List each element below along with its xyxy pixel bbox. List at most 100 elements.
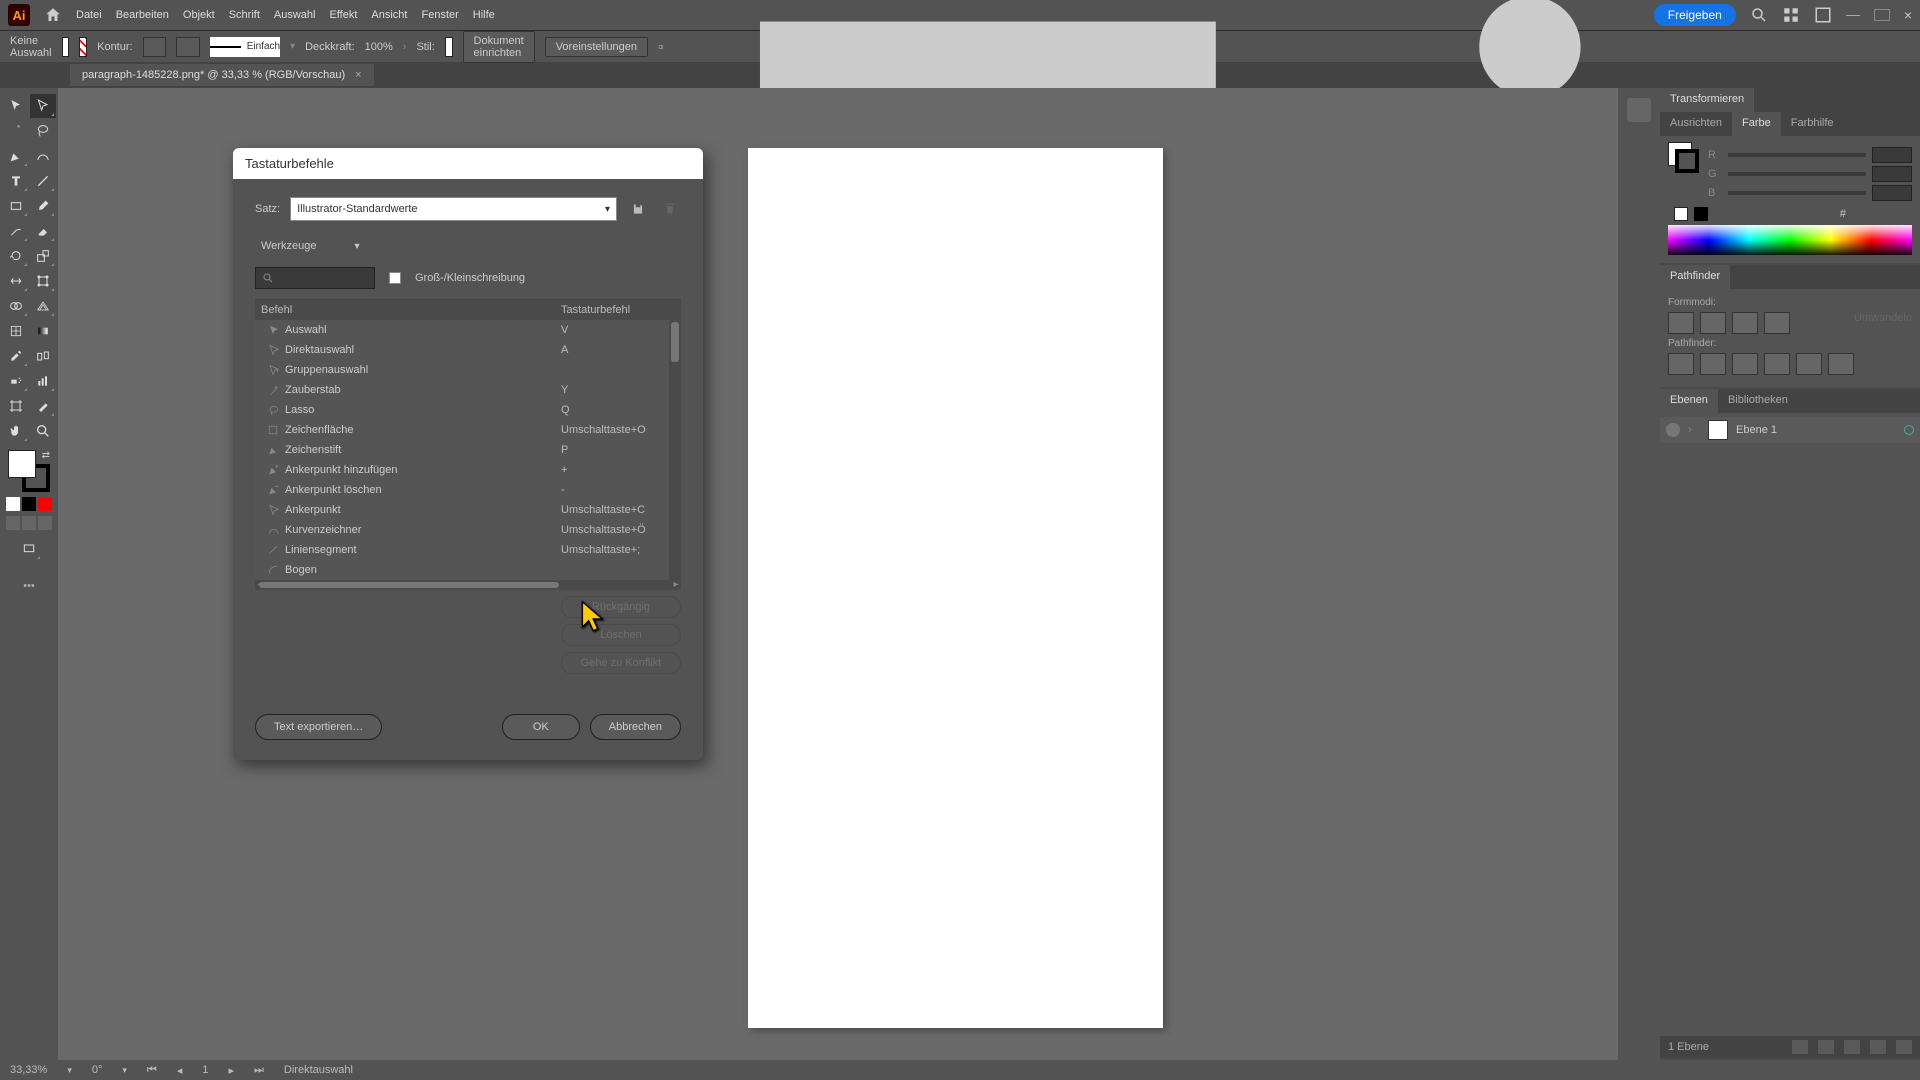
unite-button[interactable] bbox=[1668, 312, 1694, 334]
tab-color[interactable]: Farbe bbox=[1732, 112, 1781, 136]
intersect-button[interactable] bbox=[1732, 312, 1758, 334]
rectangle-tool[interactable] bbox=[3, 194, 29, 218]
menu-view[interactable]: Ansicht bbox=[371, 9, 407, 21]
set-dropdown[interactable]: Illustrator-Standardwerte ▾ bbox=[290, 197, 617, 221]
tab-color-guide[interactable]: Farbhilfe bbox=[1781, 112, 1844, 136]
table-row[interactable]: AuswahlV bbox=[255, 320, 681, 340]
minus-front-button[interactable] bbox=[1700, 312, 1726, 334]
document-setup-button[interactable]: Dokument einrichten bbox=[463, 31, 535, 63]
save-set-button[interactable] bbox=[627, 198, 649, 220]
b-slider[interactable] bbox=[1728, 191, 1866, 195]
menu-select[interactable]: Auswahl bbox=[274, 9, 316, 21]
menu-file[interactable]: Datei bbox=[76, 9, 102, 21]
rotate-tool[interactable] bbox=[3, 244, 29, 268]
stroke-weight-dropdown[interactable] bbox=[143, 37, 167, 57]
fill-stroke-control[interactable]: ⇄ bbox=[8, 450, 50, 492]
merge-button[interactable] bbox=[1732, 353, 1758, 375]
screen-mode-tool[interactable] bbox=[16, 537, 42, 561]
scale-tool[interactable] bbox=[30, 244, 56, 268]
column-graph-tool[interactable] bbox=[30, 369, 56, 393]
paintbrush-tool[interactable] bbox=[30, 194, 56, 218]
hand-tool[interactable] bbox=[3, 419, 29, 443]
r-slider[interactable] bbox=[1728, 153, 1866, 157]
tab-transform[interactable]: Transformieren bbox=[1660, 88, 1754, 112]
canvas-area[interactable]: Tastaturbefehle Satz: Illustrator-Standa… bbox=[58, 88, 1618, 1060]
divide-button[interactable] bbox=[1668, 353, 1694, 375]
table-row[interactable]: ZeichenstiftP bbox=[255, 440, 681, 460]
menu-type[interactable]: Schrift bbox=[229, 9, 260, 21]
minus-back-button[interactable] bbox=[1828, 353, 1854, 375]
stroke-swatch[interactable] bbox=[79, 37, 87, 57]
table-row[interactable]: ZeichenflächeUmschalttaste+O bbox=[255, 420, 681, 440]
scroll-right-icon[interactable]: ▸ bbox=[671, 580, 681, 590]
trim-button[interactable] bbox=[1700, 353, 1726, 375]
layer-row[interactable]: › Ebene 1 bbox=[1660, 417, 1920, 443]
type-tool[interactable] bbox=[3, 169, 29, 193]
table-row[interactable]: DirektauswahlA bbox=[255, 340, 681, 360]
color-spectrum[interactable] bbox=[1668, 225, 1912, 255]
b-value[interactable] bbox=[1872, 185, 1912, 201]
artboard-nav-next[interactable]: ▸ bbox=[228, 1064, 234, 1077]
artboard-nav-first[interactable]: ⏮ bbox=[147, 1064, 157, 1077]
curvature-tool[interactable] bbox=[30, 144, 56, 168]
make-clipping-mask-button[interactable] bbox=[1818, 1040, 1834, 1054]
eyedropper-tool[interactable] bbox=[3, 344, 29, 368]
screen-mode-buttons[interactable] bbox=[6, 516, 52, 530]
g-slider[interactable] bbox=[1728, 172, 1866, 176]
free-transform-tool[interactable] bbox=[30, 269, 56, 293]
lasso-tool[interactable] bbox=[30, 119, 56, 143]
opacity-value[interactable]: 100% bbox=[365, 41, 393, 53]
none-swatch[interactable] bbox=[1674, 207, 1688, 221]
tab-libraries[interactable]: Bibliotheken bbox=[1718, 389, 1798, 413]
menu-help[interactable]: Hilfe bbox=[473, 9, 495, 21]
delete-layer-button[interactable] bbox=[1896, 1040, 1912, 1054]
table-row[interactable]: LiniensegmentUmschalttaste+; bbox=[255, 540, 681, 560]
align-to-icon[interactable] bbox=[658, 39, 664, 55]
direct-selection-tool[interactable] bbox=[30, 94, 56, 118]
table-row[interactable]: Bogen bbox=[255, 560, 681, 580]
exclude-button[interactable] bbox=[1764, 312, 1790, 334]
create-sublayer-button[interactable] bbox=[1844, 1040, 1860, 1054]
table-row[interactable]: AnkerpunktUmschalttaste+C bbox=[255, 500, 681, 520]
panel-fill-swatch[interactable] bbox=[1668, 142, 1692, 166]
zoom-tool[interactable] bbox=[30, 419, 56, 443]
layer-name[interactable]: Ebene 1 bbox=[1736, 424, 1777, 436]
outline-button[interactable] bbox=[1796, 353, 1822, 375]
artboard-nav-prev[interactable]: ◂ bbox=[177, 1064, 183, 1077]
artboard[interactable] bbox=[748, 148, 1163, 1028]
expand-layer-icon[interactable]: › bbox=[1688, 424, 1700, 436]
visibility-toggle[interactable] bbox=[1666, 423, 1680, 437]
export-text-button[interactable]: Text exportieren… bbox=[255, 714, 382, 740]
gradient-tool[interactable] bbox=[30, 319, 56, 343]
fill-swatch[interactable] bbox=[62, 37, 70, 57]
table-row[interactable]: Gruppenauswahl bbox=[255, 360, 681, 380]
perspective-grid-tool[interactable] bbox=[30, 294, 56, 318]
variable-width-dropdown[interactable] bbox=[176, 37, 200, 57]
mesh-tool[interactable] bbox=[3, 319, 29, 343]
menu-object[interactable]: Objekt bbox=[183, 9, 215, 21]
style-swatch[interactable] bbox=[445, 37, 453, 57]
table-row[interactable]: KurvenzeichnerUmschalttaste+Ö bbox=[255, 520, 681, 540]
table-hscrollbar[interactable]: ◂ ▸ bbox=[255, 580, 681, 590]
case-checkbox[interactable] bbox=[389, 272, 401, 284]
table-row[interactable]: Ankerpunkt hinzufügen+ bbox=[255, 460, 681, 480]
magic-wand-tool[interactable] bbox=[3, 119, 29, 143]
artboard-number[interactable]: 1 bbox=[202, 1064, 208, 1076]
menu-edit[interactable]: Bearbeiten bbox=[116, 9, 169, 21]
crop-button[interactable] bbox=[1764, 353, 1790, 375]
pen-tool[interactable] bbox=[3, 144, 29, 168]
width-tool[interactable] bbox=[3, 269, 29, 293]
swap-fill-stroke-icon[interactable]: ⇄ bbox=[42, 450, 50, 461]
table-row[interactable]: Ankerpunkt löschen- bbox=[255, 480, 681, 500]
zoom-level[interactable]: 33,33% bbox=[10, 1064, 47, 1076]
eraser-tool[interactable] bbox=[30, 219, 56, 243]
shaper-tool[interactable] bbox=[3, 219, 29, 243]
locate-object-button[interactable] bbox=[1792, 1040, 1808, 1054]
tab-close-button[interactable]: × bbox=[355, 69, 361, 81]
table-row[interactable]: LassoQ bbox=[255, 400, 681, 420]
table-scrollbar[interactable] bbox=[669, 318, 681, 590]
home-icon[interactable] bbox=[44, 6, 62, 24]
document-tab[interactable]: paragraph-1485228.png* @ 33,33 % (RGB/Vo… bbox=[70, 64, 374, 86]
r-value[interactable] bbox=[1872, 147, 1912, 163]
menu-effect[interactable]: Effekt bbox=[329, 9, 357, 21]
